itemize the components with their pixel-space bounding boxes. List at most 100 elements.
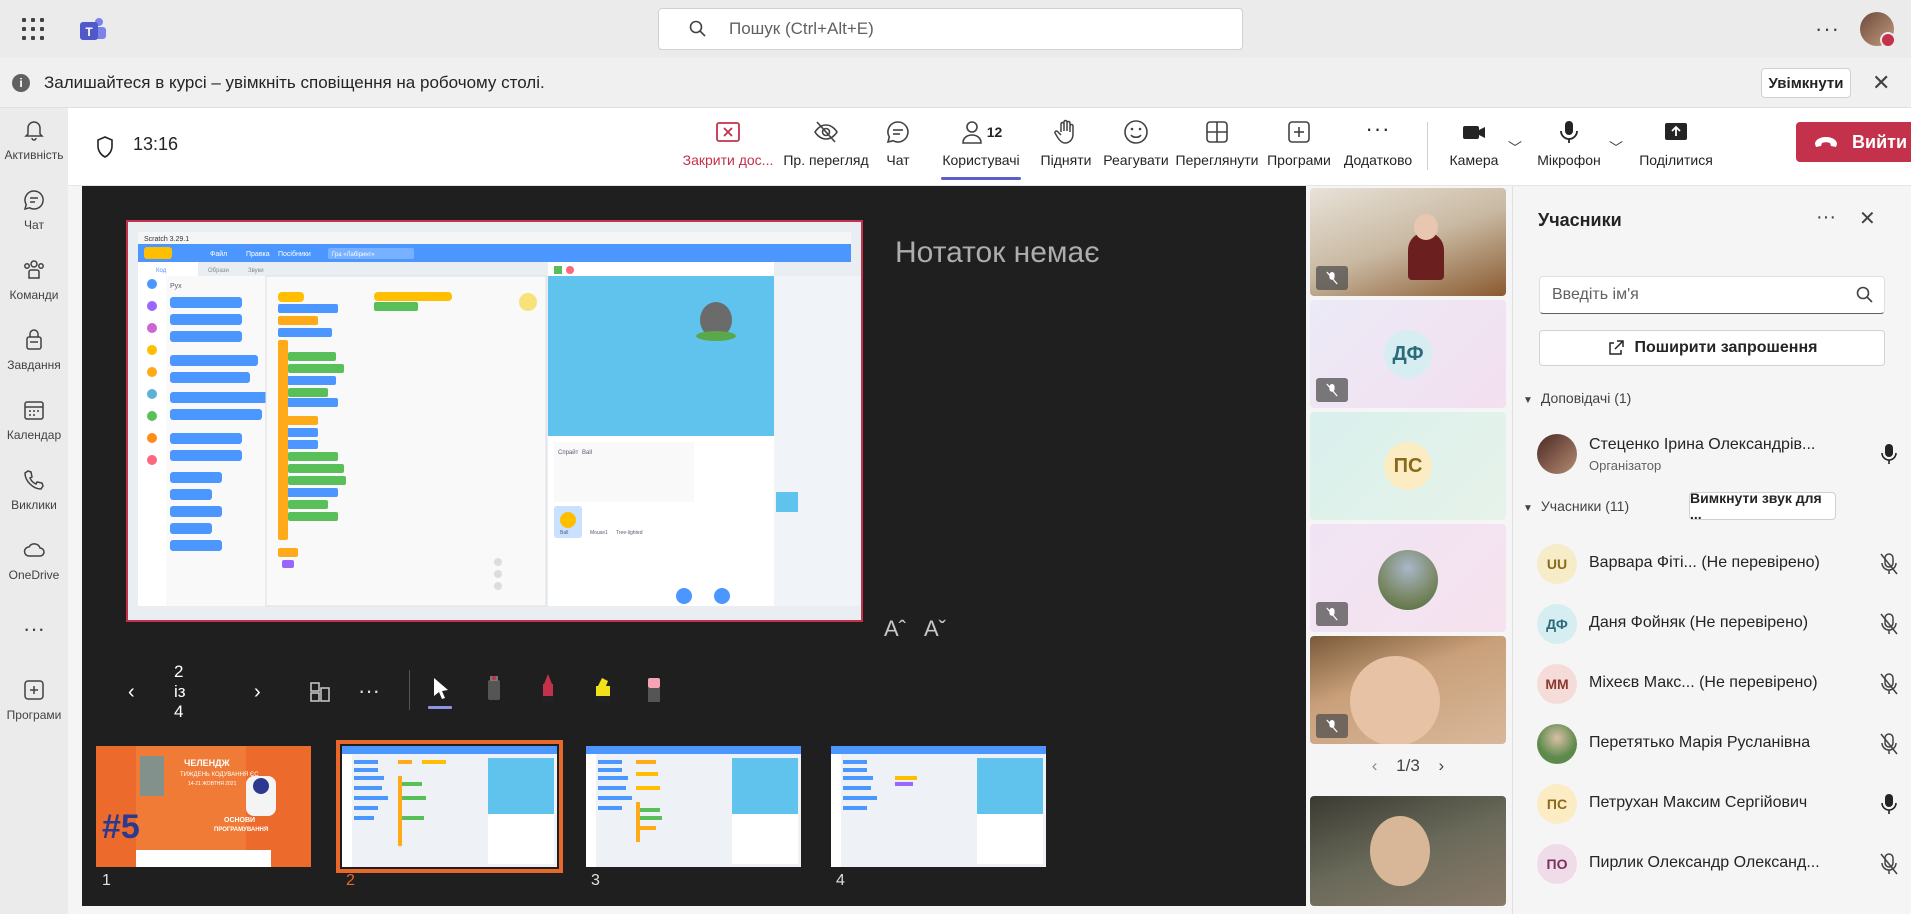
presenters-section-header[interactable]: ▼ Доповідачі (1) (1523, 390, 1631, 406)
slide1-topic1: ОСНОВИ (224, 817, 255, 824)
slide-number-3: 3 (591, 872, 600, 889)
profile-avatar[interactable] (1860, 12, 1896, 48)
slide-3-preview (586, 746, 801, 867)
mic-label: Мікрофон (1537, 152, 1601, 168)
rail-item-teams[interactable]: Команди (0, 258, 68, 302)
more-actions-button[interactable]: ··· Додатково (1336, 118, 1420, 169)
video-tile-4[interactable] (1310, 524, 1506, 632)
stop-share-icon (716, 122, 740, 142)
mic-button[interactable]: Мікрофон (1532, 118, 1606, 168)
more-options-icon[interactable]: ··· (1815, 16, 1840, 42)
slide-number-4: 4 (836, 872, 845, 889)
apps-label: Програми (1267, 152, 1331, 168)
participant-row[interactable]: UU Варвара Фіті... (Не перевірено) (1513, 538, 1911, 590)
private-view-button[interactable]: Пр. перегляд (774, 118, 878, 168)
avatar: ПО (1537, 844, 1577, 884)
rail-item-calendar[interactable]: Календар (0, 398, 68, 442)
raise-hand-button[interactable]: Підняти (1035, 118, 1097, 168)
scratch-screenshot: Scratch 3.29.1 Файл Правка Посібники Гра… (128, 222, 861, 620)
highlighter-icon[interactable] (586, 670, 618, 710)
participant-name: Стеценко Ірина Олександрів... (1589, 436, 1816, 453)
participant-row[interactable]: ДФ Даня Фойняк (Не перевірено) (1513, 598, 1911, 650)
increase-font-button[interactable]: Aˆ (884, 616, 906, 642)
slide-thumbnail-1[interactable]: ЧЕЛЕНДЖ ТИЖДЕНЬ КОДУВАННЯ ЄС 14-21 ЖОВТН… (96, 746, 311, 867)
rail-item-chat[interactable]: Чат (0, 188, 68, 232)
avatar: UU (1537, 544, 1577, 584)
more-label: Додатково (1343, 152, 1413, 168)
rail-label: Виклики (11, 498, 57, 512)
camera-options-chevron-icon[interactable]: ﹀ (1508, 138, 1522, 158)
rail-item-apps[interactable]: Програми (0, 678, 68, 722)
rail-item-onedrive[interactable]: OneDrive (0, 538, 68, 582)
participant-row[interactable]: ММ Міхеєв Макс... (Не перевірено) (1513, 658, 1911, 710)
react-button[interactable]: Реагувати (1098, 118, 1174, 168)
chat-label: Чат (886, 152, 910, 168)
participant-name: Петрухан Максим Сергійович (1589, 794, 1808, 811)
slide-thumbnail-2[interactable] (336, 740, 563, 873)
attendees-section-header[interactable]: ▼ Учасники (11) (1523, 498, 1629, 514)
mic-options-chevron-icon[interactable]: ﹀ (1609, 138, 1623, 158)
stop-sharing-button[interactable]: Закрити дос... (678, 118, 778, 168)
avatar: ПС (1537, 784, 1577, 824)
leave-label: Вийти (1852, 131, 1908, 152)
muted-mic-icon (1880, 553, 1898, 575)
grid-slides-icon[interactable] (308, 680, 332, 704)
video-prev-icon[interactable]: ‹ (1372, 756, 1378, 775)
rail-item-calls[interactable]: Виклики (0, 468, 68, 512)
search-icon (689, 20, 706, 37)
rail-item-assignments[interactable]: Завдання (0, 328, 68, 372)
view-button[interactable]: Переглянути (1173, 118, 1261, 168)
participant-row-presenter[interactable]: Стеценко Ірина Олександрів... Організато… (1513, 428, 1911, 480)
participant-search-input[interactable]: Введіть ім'я (1539, 276, 1885, 314)
private-view-label: Пр. перегляд (783, 152, 869, 168)
video-next-icon[interactable]: › (1439, 756, 1445, 775)
bell-icon (24, 121, 44, 141)
more-apps-icon[interactable]: ··· (0, 616, 68, 642)
people-button[interactable]: 12 Користувачі (941, 118, 1021, 180)
slide1-number: #5 (102, 808, 140, 846)
smile-icon (1124, 120, 1148, 144)
search-input[interactable]: Пошук (Ctrl+Alt+E) (658, 8, 1243, 50)
scratch-sprite-ball: Ball (560, 530, 568, 536)
close-notification-icon[interactable]: ✕ (1872, 70, 1890, 96)
scratch-menu-edit: Правка (246, 251, 270, 258)
pointer-icon[interactable] (424, 670, 456, 710)
apps-button[interactable]: Програми (1262, 118, 1336, 168)
slide1-topic2: ПРОГРАМУВАННЯ (214, 827, 268, 833)
video-tile-6[interactable] (1310, 796, 1506, 906)
video-tile-3[interactable]: ПС (1310, 412, 1506, 520)
video-tile-2[interactable]: ДФ (1310, 300, 1506, 408)
enable-notifications-button[interactable]: Увімкнути (1761, 68, 1851, 98)
previous-slide-icon[interactable]: ‹ (128, 681, 135, 704)
slide-thumbnail-4[interactable] (831, 746, 1046, 867)
panel-more-icon[interactable]: ··· (1816, 206, 1836, 229)
participant-row[interactable]: Перетятько Марія Русланівна (1513, 718, 1911, 770)
muted-mic-icon (1880, 613, 1898, 635)
mute-all-button[interactable]: Вимкнути звук для ... (1689, 490, 1836, 522)
slide1-dates: 14-21 ЖОВТНЯ 2021 (188, 781, 237, 787)
microphone-icon (1560, 121, 1578, 143)
app-launcher-icon[interactable] (22, 18, 44, 40)
video-tile-5[interactable] (1310, 636, 1506, 744)
apps-add-icon (24, 680, 44, 700)
participant-face (1414, 214, 1438, 240)
slide-thumbnail-3[interactable] (586, 746, 801, 867)
panel-close-icon[interactable]: ✕ (1859, 206, 1876, 231)
video-tile-1[interactable] (1310, 188, 1506, 296)
participant-row[interactable]: ПС Петрухан Максим Сергійович (1513, 778, 1911, 830)
red-pen-icon[interactable] (532, 670, 564, 710)
participant-row[interactable]: ПО Пирлик Олександр Олександ... (1513, 838, 1911, 890)
leave-button[interactable]: Вийти (1796, 122, 1911, 162)
more-slide-options-icon[interactable]: ··· (358, 678, 380, 704)
next-slide-icon[interactable]: › (254, 681, 261, 704)
camera-button[interactable]: Камера (1444, 118, 1504, 168)
eraser-icon[interactable] (638, 670, 670, 710)
chat-button[interactable]: Чат (868, 118, 928, 168)
laser-pointer-icon[interactable] (478, 670, 510, 710)
share-button[interactable]: Поділитися (1634, 118, 1718, 168)
decrease-font-button[interactable]: Aˇ (924, 616, 946, 642)
share-invite-button[interactable]: Поширити запрошення (1539, 330, 1885, 366)
speaker-notes: Нотаток немає (895, 236, 1100, 269)
collapse-triangle-icon: ▼ (1523, 395, 1533, 406)
rail-item-activity[interactable]: Активність (0, 118, 68, 162)
